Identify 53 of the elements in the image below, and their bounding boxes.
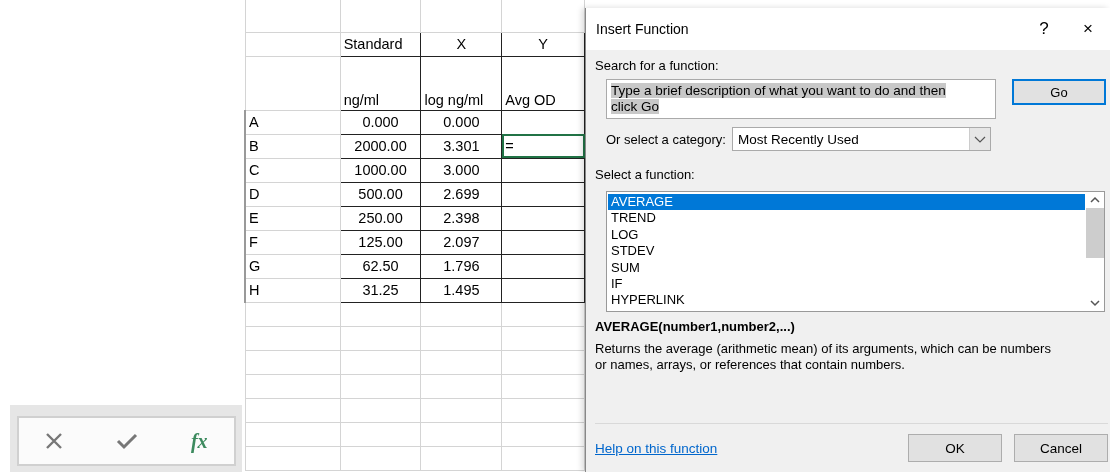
table-cell: 2000.00: [354, 138, 407, 154]
column-header: X: [456, 36, 467, 52]
search-label: Search for a function:: [595, 58, 720, 73]
function-item[interactable]: IF: [608, 275, 1085, 293]
row-label: A: [249, 114, 259, 130]
table-cell: 250.00: [358, 210, 403, 226]
table-cell: 0.000: [362, 114, 399, 130]
table-cell: 1000.00: [354, 162, 407, 178]
row-label: E: [249, 210, 259, 226]
table-cell: 62.50: [362, 258, 399, 274]
function-item[interactable]: SUM: [608, 259, 1085, 276]
table-cell: 0.000: [443, 114, 480, 130]
table-cell: 125.00: [358, 234, 403, 250]
help-link[interactable]: Help on this function: [595, 440, 896, 456]
dialog-button[interactable]: OK: [908, 434, 1002, 462]
table-cell: 2.699: [443, 186, 480, 202]
table-cell[interactable]: =: [501, 134, 585, 158]
category-dropdown[interactable]: Most Recently Used: [731, 127, 991, 151]
function-item[interactable]: STDEV: [608, 243, 1085, 260]
row-label: F: [249, 234, 258, 250]
go-button[interactable]: Go: [1012, 79, 1106, 105]
search-field[interactable]: Type a brief description of what you want to do and then click Go: [606, 79, 996, 119]
insert-function-button[interactable]: fx: [190, 429, 208, 453]
column-header: Y: [538, 36, 548, 52]
help-button[interactable]: ?: [1022, 19, 1066, 39]
function-list-label: Select a function:: [595, 167, 696, 182]
row-label: G: [249, 258, 261, 274]
function-item[interactable]: AVERAGE: [608, 194, 1085, 211]
table-cell: 2.097: [443, 234, 480, 250]
function-item[interactable]: HYPERLINK: [608, 292, 1085, 309]
function-signature: AVERAGE(number1,number2,...): [595, 319, 796, 334]
unit-label: Avg OD: [505, 91, 556, 108]
table-cell: 1.796: [443, 258, 480, 274]
table-cell: 500.00: [358, 186, 403, 202]
column-header: Standard: [343, 36, 403, 52]
close-button[interactable]: ×: [1066, 19, 1110, 39]
function-description: Returns the average (arithmetic mean) of its arguments, which can be numbers or names, arrays, or references that contain numbers.: [595, 341, 1052, 373]
row-label: B: [249, 138, 259, 154]
table-cell: 3.301: [443, 138, 480, 154]
category-label: Or select a category:: [606, 131, 726, 147]
table-cell: 3.000: [443, 162, 480, 178]
function-item[interactable]: TREND: [608, 210, 1085, 227]
table-cell: 31.25: [362, 282, 399, 298]
table-cell: 2.398: [443, 210, 480, 226]
row-label: D: [249, 186, 260, 202]
table-cell: 1.495: [443, 282, 480, 298]
dialog-button[interactable]: Cancel: [1014, 434, 1108, 462]
function-item[interactable]: LOG: [608, 226, 1085, 244]
row-label: H: [249, 282, 260, 298]
unit-label: log ng/ml: [424, 91, 484, 108]
row-label: C: [249, 162, 260, 178]
unit-label: ng/ml: [343, 91, 380, 108]
dialog-title: Insert Function: [596, 21, 690, 37]
